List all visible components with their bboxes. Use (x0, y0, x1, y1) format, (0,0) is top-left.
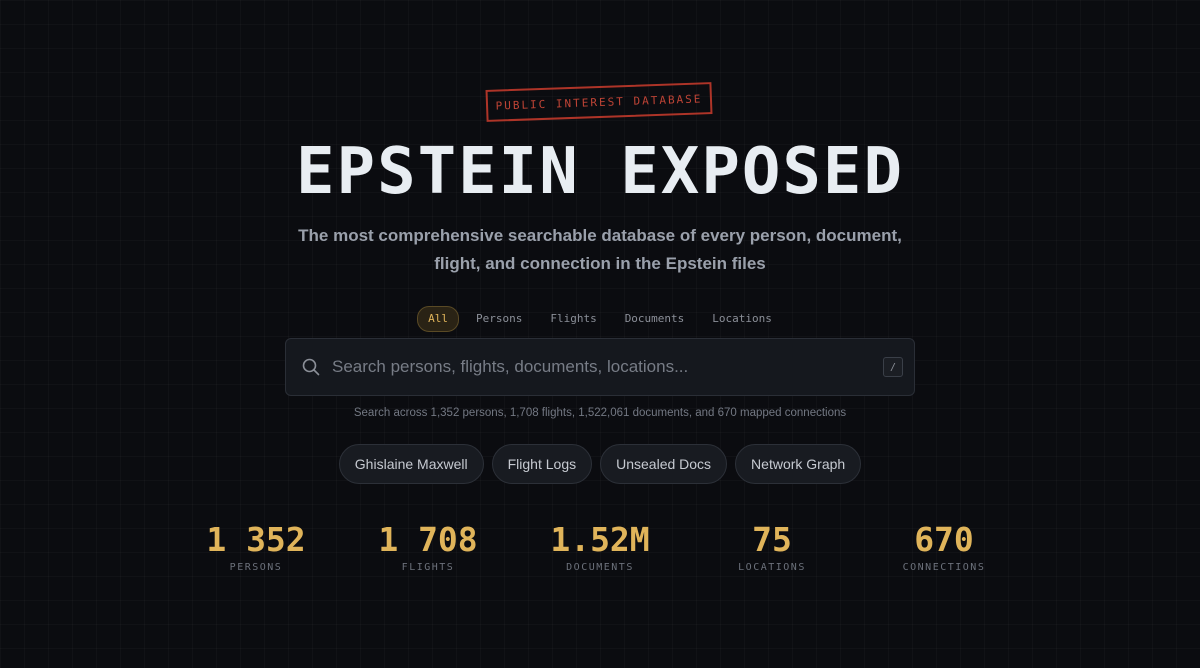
search-icon (290, 358, 332, 376)
stat-label: PERSONS (229, 562, 283, 573)
stat-label: DOCUMENTS (566, 562, 634, 573)
quick-link-ghislaine-maxwell[interactable]: Ghislaine Maxwell (338, 444, 484, 484)
stat-label: LOCATIONS (738, 562, 806, 573)
search-input[interactable] (332, 347, 883, 387)
page-title: EPSTEIN EXPOSED (296, 135, 904, 209)
stat-flights: 1 708 FLIGHTS (342, 520, 514, 573)
tab-documents[interactable]: Documents (614, 306, 696, 332)
stat-persons: 1 352 PERSONS (170, 520, 342, 573)
tab-flights[interactable]: Flights (539, 306, 607, 332)
stat-value: 670 (914, 520, 974, 559)
tab-locations[interactable]: Locations (701, 306, 783, 332)
search-filter-tabs: All Persons Flights Documents Locations (0, 306, 1200, 332)
tab-persons[interactable]: Persons (465, 306, 533, 332)
stat-connections: 670 CONNECTIONS (858, 520, 1030, 573)
search-scope-hint: Search across 1,352 persons, 1,708 fligh… (353, 407, 847, 419)
stat-value: 1 352 (206, 520, 306, 559)
search-box: / (285, 338, 915, 396)
stat-documents: 1.52M DOCUMENTS (514, 520, 686, 573)
public-interest-badge: PUBLIC INTEREST DATABASE (485, 82, 713, 122)
stat-locations: 75 LOCATIONS (686, 520, 858, 573)
tab-all[interactable]: All (417, 306, 459, 332)
keyboard-shortcut-hint: / (883, 357, 903, 377)
quick-link-flight-logs[interactable]: Flight Logs (491, 444, 593, 484)
quick-link-unsealed-docs[interactable]: Unsealed Docs (600, 444, 728, 484)
quick-link-network-graph[interactable]: Network Graph (735, 444, 862, 484)
stat-label: CONNECTIONS (902, 562, 986, 573)
quick-links: Ghislaine Maxwell Flight Logs Unsealed D… (0, 444, 1200, 484)
stats-row: 1 352 PERSONS 1 708 FLIGHTS 1.52M DOCUME… (170, 520, 1030, 573)
stat-value: 75 (752, 520, 792, 559)
stat-label: FLIGHTS (401, 562, 455, 573)
stat-value: 1 708 (378, 520, 478, 559)
page-subtitle: The most comprehensive searchable databa… (298, 226, 902, 273)
stat-value: 1.52M (550, 520, 650, 559)
